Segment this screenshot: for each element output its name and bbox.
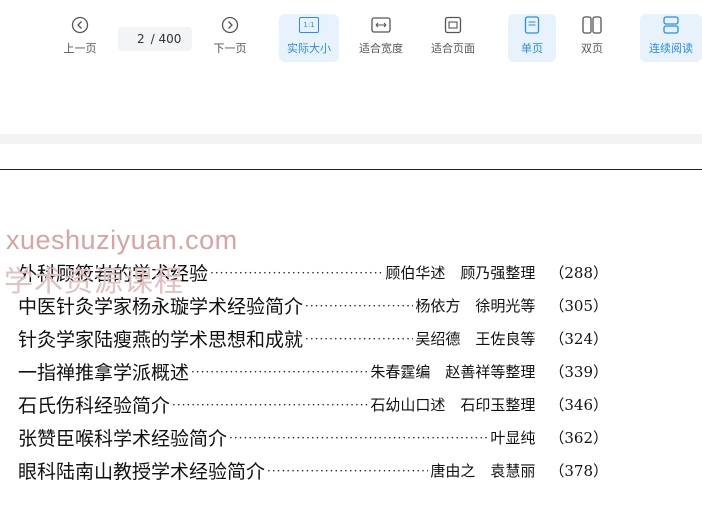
toc-entry-page: （362） [549, 429, 608, 447]
toc-leader-dots: ········································… [210, 265, 384, 280]
prev-page-label: 上一页 [63, 42, 97, 55]
toc-leader-dots: ········································… [267, 463, 428, 478]
fit-width-label: 适合宽度 [359, 42, 403, 55]
continuous-reading-button[interactable]: 连续阅读 [640, 14, 702, 62]
actual-size-icon: 1:1 [299, 14, 319, 36]
double-page-label: 双页 [581, 42, 603, 55]
double-page-button[interactable]: 双页 [568, 14, 616, 62]
toc-entry-page: （339） [549, 363, 608, 381]
actual-size-button[interactable]: 1:1 实际大小 [279, 14, 339, 62]
single-page-icon [524, 14, 540, 36]
toc-entry-page: （288） [549, 264, 608, 282]
fit-page-label: 适合页面 [431, 42, 475, 55]
toc-entry-title: 石氏伤科经验简介 [18, 395, 171, 417]
toc-entry-author: 唐由之 袁慧丽 [430, 462, 536, 480]
toc-entry-author: 石幼山口述 石印玉整理 [370, 396, 536, 414]
toc-entry[interactable]: 石氏伤科经验简介 ·······························… [18, 388, 608, 421]
single-page-button[interactable]: 单页 [508, 14, 556, 62]
toc-entry-title: 一指禅推拿学派概述 [18, 362, 190, 384]
toc-entry[interactable]: 一指禅推拿学派概述 ······························… [18, 355, 608, 388]
toc-entry-page: （324） [549, 330, 608, 348]
toc-leader-dots: ········································… [305, 298, 413, 313]
actual-size-label: 实际大小 [287, 42, 331, 55]
toc-entry-page: （346） [549, 396, 608, 414]
toc-leader-dots: ········································… [172, 397, 369, 412]
page-gap [0, 134, 702, 144]
watermark-url: xueshuziyuan.com [6, 225, 238, 255]
toc-entry-title: 张赞臣喉科学术经验简介 [18, 428, 228, 450]
reader-toolbar: 上一页 / 400 下一页 1:1 实际大小 适合宽度 适合页面 单页 [0, 0, 702, 70]
double-page-icon [582, 14, 602, 36]
chevron-right-circle-icon [221, 14, 239, 36]
fit-width-icon [371, 14, 391, 36]
watermark-text: 学术资源课程 [4, 264, 185, 298]
toc-entry-author: 叶显纯 [490, 429, 536, 447]
toc-leader-dots: ········································… [191, 364, 369, 379]
toc-entry[interactable]: 眼科陆南山教授学术经验简介 ··························… [18, 454, 608, 487]
toc-entry-page: （305） [549, 297, 608, 315]
toc-leader-dots: ········································… [229, 430, 489, 445]
toc-entry-author: 朱春霆编 赵善祥等整理 [370, 363, 536, 381]
fit-page-icon [444, 14, 462, 36]
page-indicator: / 400 [118, 27, 192, 51]
next-page-button[interactable]: 下一页 [206, 14, 254, 62]
single-page-label: 单页 [521, 42, 543, 55]
page-total: / 400 [150, 32, 182, 46]
next-page-label: 下一页 [213, 42, 247, 55]
toc-entry-title: 针灸学家陆瘦燕的学术思想和成就 [18, 329, 304, 351]
page-top-rule [0, 169, 702, 170]
prev-page-button[interactable]: 上一页 [56, 14, 104, 62]
chevron-left-circle-icon [71, 14, 89, 36]
continuous-reading-icon [662, 14, 680, 36]
page-number-input[interactable] [128, 32, 145, 46]
toc-entry[interactable]: 针灸学家陆瘦燕的学术思想和成就 ························… [18, 322, 608, 355]
toc-entry-author: 吴绍德 王佐良等 [415, 330, 536, 348]
toc-entry-author: 顾伯华述 顾乃强整理 [385, 264, 536, 282]
fit-page-button[interactable]: 适合页面 [424, 14, 482, 62]
toc-entry-title: 眼科陆南山教授学术经验简介 [18, 461, 266, 483]
fit-width-button[interactable]: 适合宽度 [352, 14, 410, 62]
toc-entry-page: （378） [549, 462, 608, 480]
continuous-reading-label: 连续阅读 [649, 42, 693, 55]
toc-entry-author: 杨依方 徐明光等 [415, 297, 536, 315]
toc-entry[interactable]: 张赞臣喉科学术经验简介 ····························… [18, 421, 608, 454]
toc-leader-dots: ········································… [305, 331, 413, 346]
